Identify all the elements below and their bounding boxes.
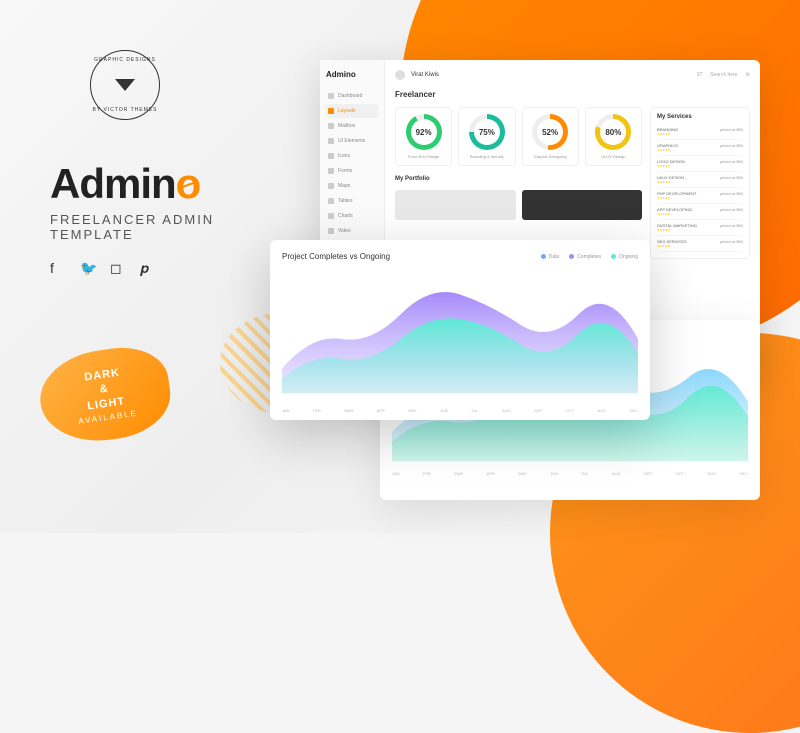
nav-icon	[328, 198, 334, 204]
designer-badge: GRAPHIC DESIGNS BY VICTOR THEMES	[90, 50, 160, 120]
sidebar-item-icons[interactable]: Icons	[326, 149, 378, 163]
legend-item: Completes	[569, 252, 601, 261]
facebook-icon[interactable]: f	[50, 260, 64, 274]
service-row[interactable]: DIGITAL MARKETING★★★★★priced at $60	[657, 220, 743, 236]
sidebar-item-forms[interactable]: Forms	[326, 164, 378, 178]
portfolio-item[interactable]	[395, 190, 516, 220]
settings-icon[interactable]: ⚙	[746, 72, 750, 78]
twitter-icon[interactable]: 🐦	[80, 260, 94, 274]
chart-title: Project Completes vs Ongoing	[282, 252, 390, 261]
sidebar-item-ui-elements[interactable]: UI Elements	[326, 134, 378, 148]
metric-card[interactable]: 80%UI/UX Design	[585, 107, 642, 166]
brand-logo: Admino	[50, 160, 214, 208]
nav-icon	[328, 153, 334, 159]
user-name: Virat Kiwis	[411, 72, 439, 78]
service-row[interactable]: LOGO DESIGN★★★★★priced at $60	[657, 156, 743, 172]
sidebar-item-mailbox[interactable]: Mailbox	[326, 119, 378, 133]
services-card: My Services BRANDING★★★★★priced at $50GR…	[650, 107, 750, 259]
service-row[interactable]: UI/UX DESIGN★★★★★priced at $85	[657, 172, 743, 188]
nav-icon	[328, 168, 334, 174]
metric-card[interactable]: 75%Branding & Identity	[458, 107, 515, 166]
avatar[interactable]	[395, 70, 405, 80]
portfolio-title: My Portfolio	[395, 176, 642, 182]
service-row[interactable]: PHP DEVELOPMENT★★★★★priced at $60	[657, 188, 743, 204]
sidebar-item-dashboard[interactable]: Dashboard	[326, 89, 378, 103]
donut-chart: 75%	[469, 114, 505, 150]
app-logo: Admino	[326, 70, 378, 79]
donut-chart: 80%	[595, 114, 631, 150]
notification-icon[interactable]: 37	[697, 72, 703, 78]
section-title: Freelancer	[395, 90, 750, 99]
sidebar-item-layouts[interactable]: Layouts	[326, 104, 378, 118]
sidebar-item-tables[interactable]: Tables	[326, 194, 378, 208]
nav-icon	[328, 213, 334, 219]
instagram-icon[interactable]: ◻	[110, 260, 124, 274]
portfolio-item[interactable]	[522, 190, 643, 220]
chart-panel-front: Project Completes vs Ongoing Data Complet…	[270, 240, 650, 420]
nav-icon	[328, 138, 334, 144]
sidebar-item-charts[interactable]: Charts	[326, 209, 378, 223]
service-row[interactable]: BRANDING★★★★★priced at $50	[657, 124, 743, 140]
legend-item: Ongoing	[611, 252, 638, 261]
metric-card[interactable]: 52%Graphic Designing	[522, 107, 579, 166]
service-row[interactable]: GRAPHICS★★★★★priced at $90	[657, 140, 743, 156]
donut-chart: 92%	[406, 114, 442, 150]
search-input[interactable]: Search here	[710, 72, 737, 78]
nav-icon	[328, 228, 334, 234]
area-chart	[282, 269, 638, 399]
service-row[interactable]: APP DEVELOPING★★★★★priced at $60	[657, 204, 743, 220]
brand-subtitle: FREELANCER ADMIN TEMPLATE	[50, 212, 214, 242]
sidebar-item-video[interactable]: Video	[326, 224, 378, 238]
donut-chart: 52%	[532, 114, 568, 150]
nav-icon	[328, 123, 334, 129]
service-row[interactable]: SEO SERVICES★★★★★priced at $60	[657, 236, 743, 252]
nav-icon	[328, 108, 334, 114]
nav-icon	[328, 93, 334, 99]
metric-card[interactable]: 92%Front-End Design	[395, 107, 452, 166]
sidebar-item-maps[interactable]: Maps	[326, 179, 378, 193]
pinterest-icon[interactable]: 𝒑	[140, 260, 154, 274]
nav-icon	[328, 183, 334, 189]
legend-item: Data	[541, 252, 560, 261]
